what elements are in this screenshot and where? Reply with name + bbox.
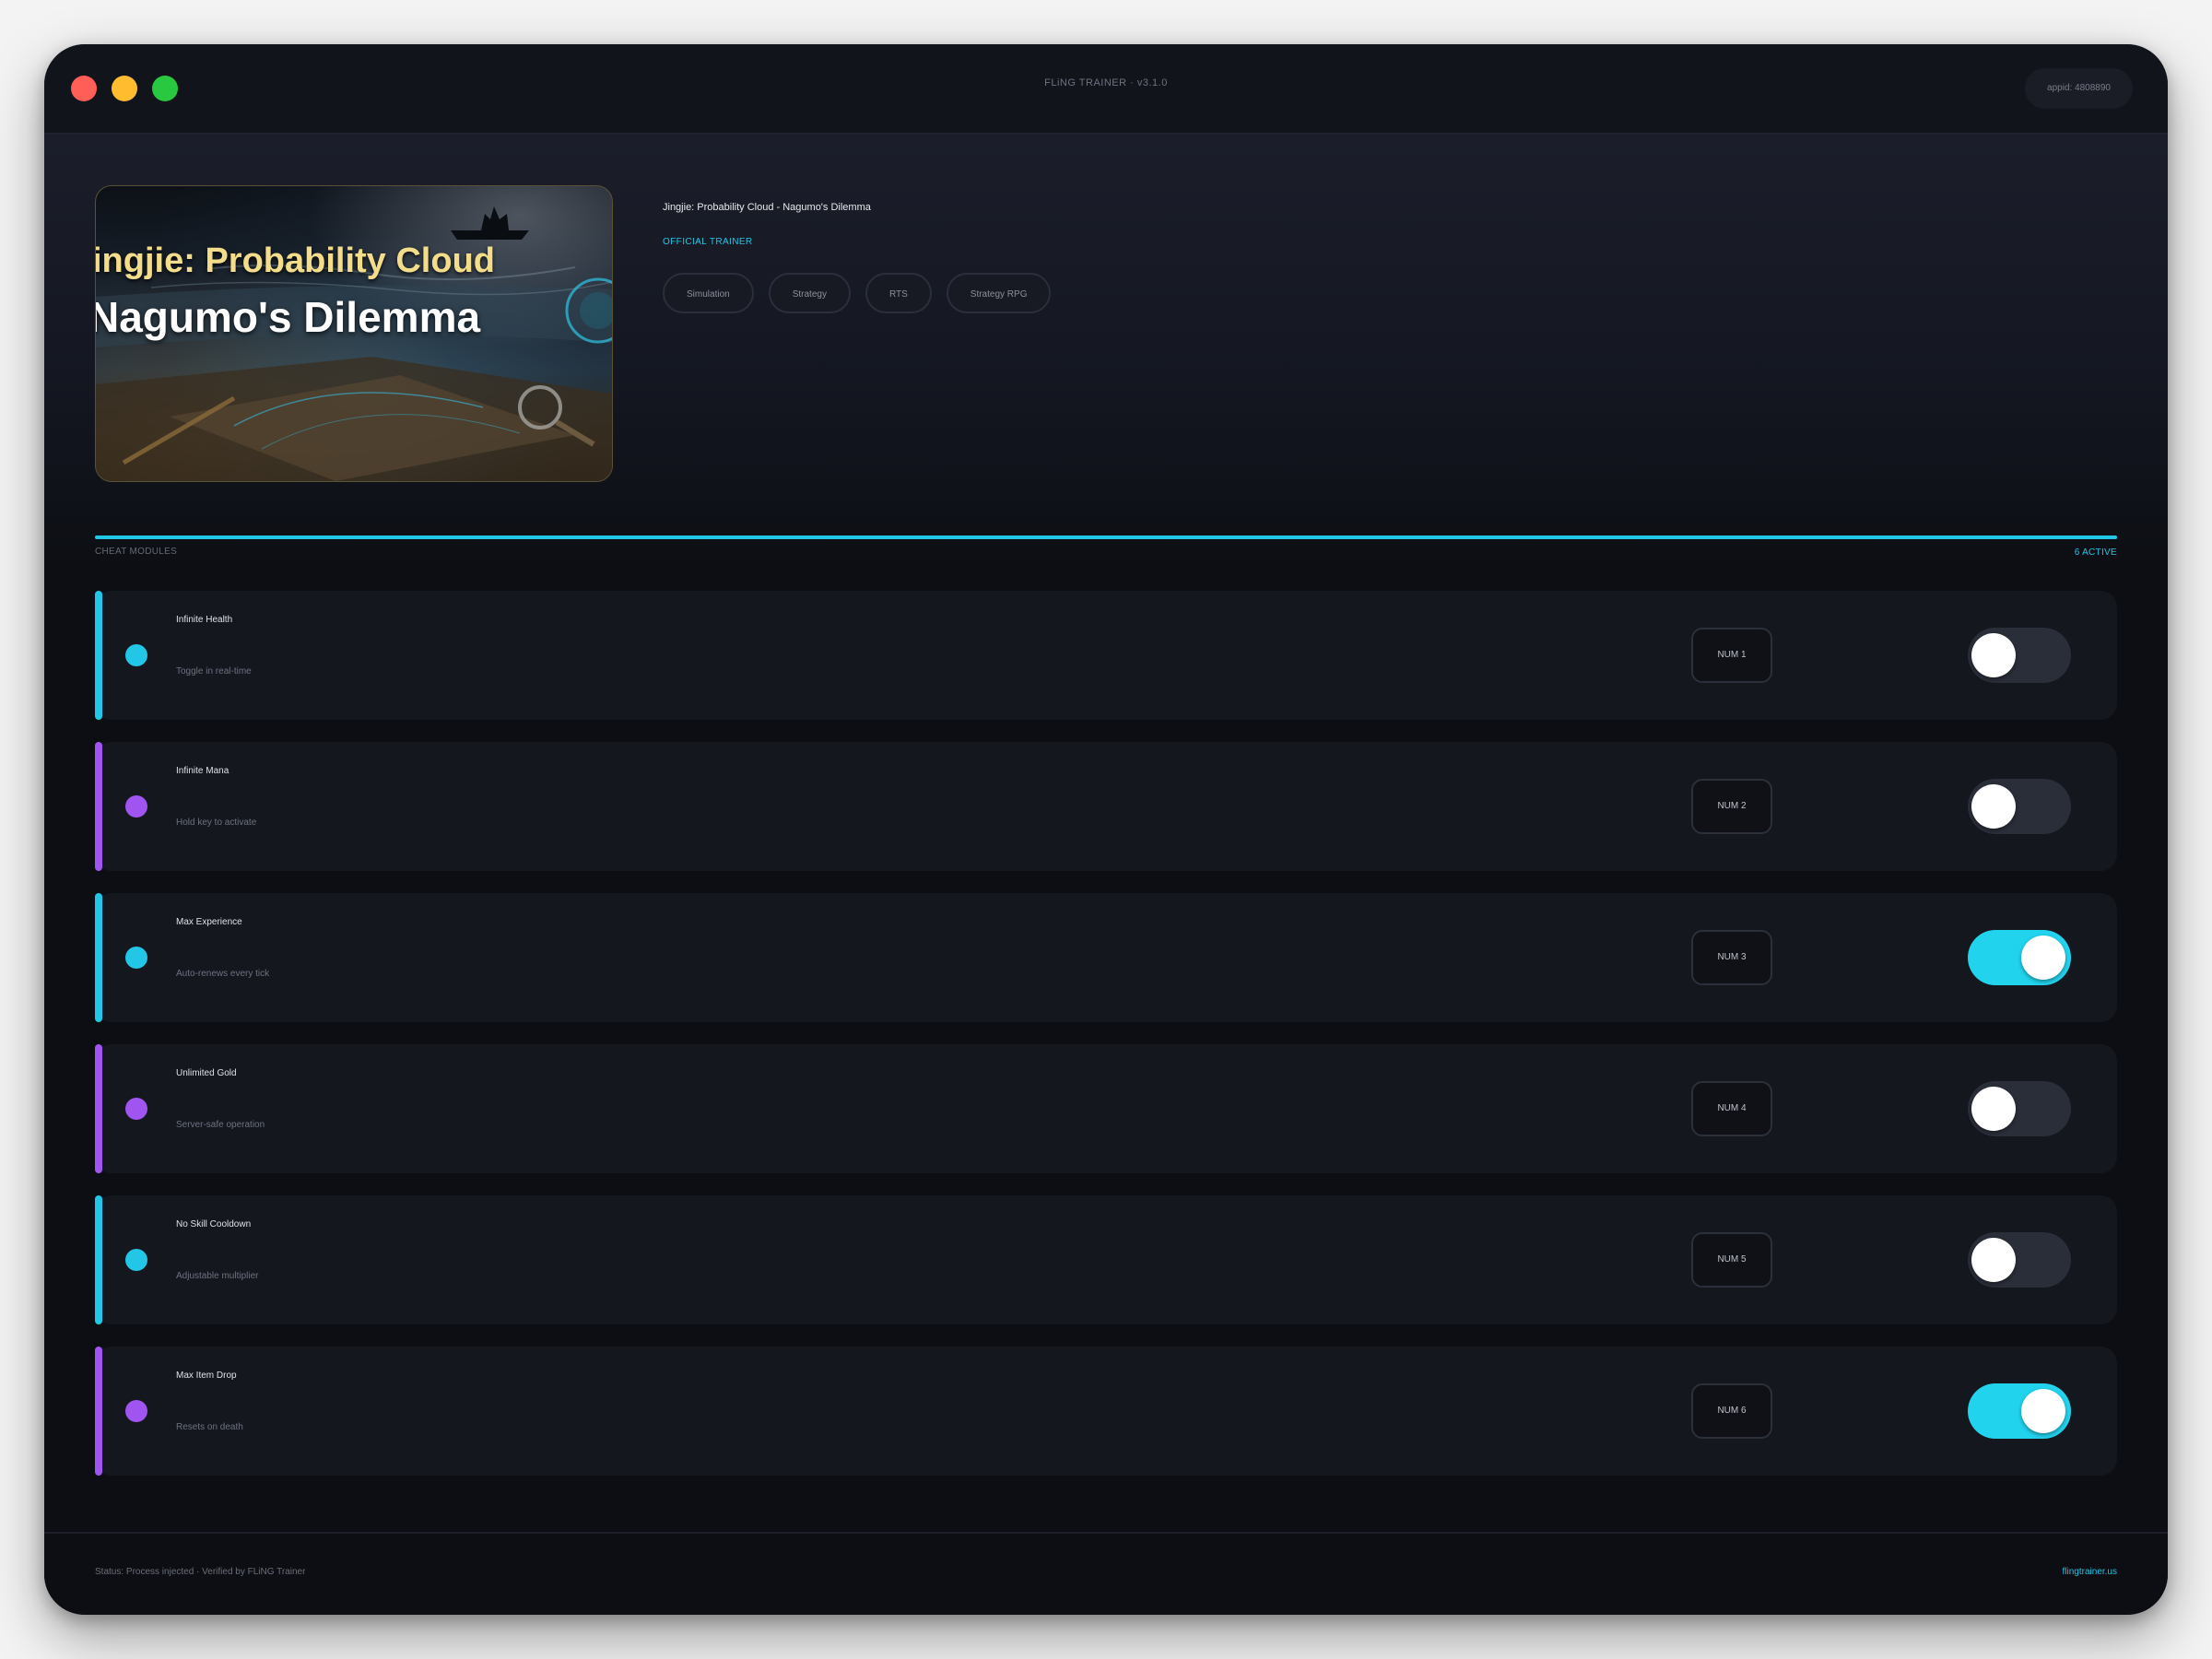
module-accent-bar: [95, 1347, 102, 1476]
status-text: Status: Process injected · Verified by F…: [95, 1567, 306, 1577]
status-dot-icon: [125, 1249, 147, 1271]
genre-tags: Simulation Strategy RTS Strategy RPG: [663, 273, 1052, 313]
module-toggle[interactable]: [1968, 1383, 2071, 1439]
modules-section-label: CHEAT MODULES: [95, 547, 178, 557]
module-toggle[interactable]: [1968, 779, 2071, 834]
genre-tag[interactable]: Strategy: [768, 273, 851, 313]
module-description: Hold key to activate: [176, 818, 257, 828]
appid-badge: appid: 4808890: [2025, 68, 2133, 109]
cheat-module: Infinite Health Toggle in real-time NUM …: [95, 591, 2117, 720]
hotkey-button[interactable]: NUM 6: [1691, 1383, 1772, 1439]
module-name: No Skill Cooldown: [176, 1219, 252, 1230]
official-trainer-badge: OFFICIAL TRAINER: [663, 237, 753, 247]
module-toggle[interactable]: [1968, 628, 2071, 683]
toggle-knob: [1971, 1238, 2016, 1282]
cheat-module-list: Infinite Health Toggle in real-time NUM …: [95, 591, 2117, 1498]
cheat-module: Infinite Mana Hold key to activate NUM 2: [95, 742, 2117, 871]
cheat-module: Max Item Drop Resets on death NUM 6: [95, 1347, 2117, 1476]
module-name: Max Item Drop: [176, 1371, 237, 1381]
module-accent-bar: [95, 591, 102, 720]
module-name: Max Experience: [176, 917, 242, 927]
hotkey-button[interactable]: NUM 4: [1691, 1081, 1772, 1136]
genre-tag[interactable]: Strategy RPG: [946, 273, 1052, 313]
hotkey-button[interactable]: NUM 3: [1691, 930, 1772, 985]
section-divider: [95, 535, 2117, 539]
game-cover-image: ingjie: Probability Cloud Nagumo's Dilem…: [95, 185, 613, 482]
status-dot-icon: [125, 1400, 147, 1422]
footer-bar: Status: Process injected · Verified by F…: [44, 1532, 2168, 1615]
trainer-window: FLiNG TRAINER · v3.1.0 appid: 4808890 in…: [44, 44, 2168, 1615]
hotkey-button[interactable]: NUM 1: [1691, 628, 1772, 683]
module-accent-bar: [95, 1195, 102, 1324]
module-description: Adjustable multiplier: [176, 1271, 259, 1281]
genre-tag[interactable]: RTS: [865, 273, 932, 313]
module-accent-bar: [95, 742, 102, 871]
module-name: Infinite Mana: [176, 766, 229, 776]
status-dot-icon: [125, 1098, 147, 1120]
genre-tag[interactable]: Simulation: [663, 273, 754, 313]
module-description: Auto-renews every tick: [176, 969, 270, 979]
hotkey-button[interactable]: NUM 2: [1691, 779, 1772, 834]
cheat-module: Unlimited Gold Server-safe operation NUM…: [95, 1044, 2117, 1173]
title-bar: FLiNG TRAINER · v3.1.0 appid: 4808890: [44, 44, 2168, 135]
module-toggle[interactable]: [1968, 930, 2071, 985]
status-dot-icon: [125, 644, 147, 666]
toggle-knob: [2021, 935, 2065, 980]
game-header: ingjie: Probability Cloud Nagumo's Dilem…: [44, 135, 2168, 577]
active-count: 6 ACTIVE: [2074, 547, 2117, 558]
module-description: Toggle in real-time: [176, 666, 252, 677]
toggle-knob: [1971, 633, 2016, 677]
cover-title-line2: Nagumo's Dilemma: [95, 293, 481, 341]
game-title: Jingjie: Probability Cloud - Nagumo's Di…: [663, 202, 871, 213]
module-accent-bar: [95, 1044, 102, 1173]
cheat-module: No Skill Cooldown Adjustable multiplier …: [95, 1195, 2117, 1324]
status-dot-icon: [125, 795, 147, 818]
toggle-knob: [1971, 784, 2016, 829]
website-link[interactable]: flingtrainer.us: [2063, 1567, 2117, 1577]
toggle-knob: [2021, 1389, 2065, 1433]
hotkey-button[interactable]: NUM 5: [1691, 1232, 1772, 1288]
module-description: Server-safe operation: [176, 1120, 265, 1130]
status-dot-icon: [125, 947, 147, 969]
module-accent-bar: [95, 893, 102, 1022]
module-name: Unlimited Gold: [176, 1068, 237, 1078]
module-toggle[interactable]: [1968, 1232, 2071, 1288]
module-description: Resets on death: [176, 1422, 243, 1432]
module-toggle[interactable]: [1968, 1081, 2071, 1136]
module-name: Infinite Health: [176, 615, 233, 625]
window-title: FLiNG TRAINER · v3.1.0: [1044, 77, 1168, 88]
cheat-module: Max Experience Auto-renews every tick NU…: [95, 893, 2117, 1022]
cover-title-line1: ingjie: Probability Cloud: [95, 241, 495, 280]
toggle-knob: [1971, 1087, 2016, 1131]
